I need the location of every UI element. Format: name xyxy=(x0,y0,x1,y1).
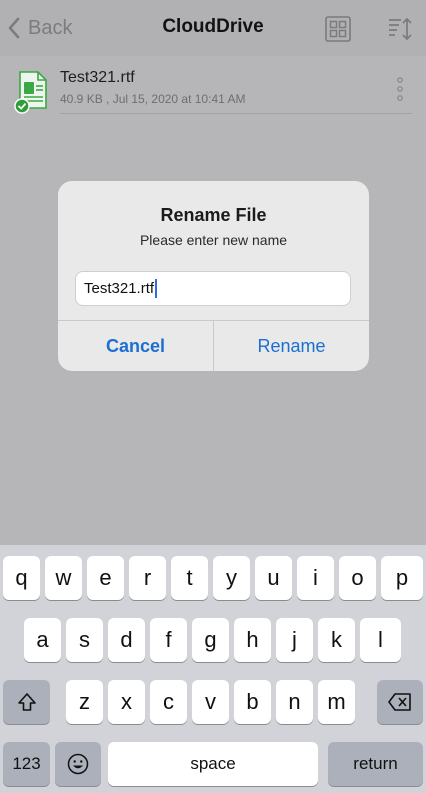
key-d[interactable]: d xyxy=(108,618,145,662)
navigation-bar: Back CloudDrive xyxy=(0,0,426,56)
key-v[interactable]: v xyxy=(192,680,229,724)
key-g[interactable]: g xyxy=(192,618,229,662)
key-w[interactable]: w xyxy=(45,556,82,600)
delete-backspace-icon xyxy=(388,693,411,711)
dialog-message: Please enter new name xyxy=(139,232,288,248)
rename-dialog: Rename File Please enter new name Test32… xyxy=(58,181,369,371)
checkmark-badge-icon xyxy=(14,98,30,114)
file-list-item[interactable]: Test321.rtf 40.9 KB , Jul 15, 2020 at 10… xyxy=(0,64,426,114)
file-name-input-value: Test321.rtf xyxy=(84,280,155,297)
rename-button[interactable]: Rename xyxy=(214,321,369,371)
key-x[interactable]: x xyxy=(108,680,145,724)
dialog-title: Rename File xyxy=(160,205,267,225)
key-n[interactable]: n xyxy=(276,680,313,724)
key-h[interactable]: h xyxy=(234,618,271,662)
return-key[interactable]: return xyxy=(328,742,423,786)
emoji-key[interactable] xyxy=(55,742,101,786)
numbers-key[interactable]: 123 xyxy=(3,742,50,786)
cancel-button[interactable]: Cancel xyxy=(58,321,213,371)
keyboard: q w e r t y u i o p a s d f g h j k l z … xyxy=(0,545,426,793)
key-e[interactable]: e xyxy=(87,556,124,600)
row-divider xyxy=(60,113,412,114)
key-j[interactable]: j xyxy=(276,618,313,662)
sort-icon[interactable] xyxy=(386,15,414,43)
file-name-input[interactable]: Test321.rtf xyxy=(75,271,351,306)
key-k[interactable]: k xyxy=(318,618,355,662)
document-icon xyxy=(14,71,47,114)
more-vertical-icon[interactable] xyxy=(392,76,408,102)
key-p[interactable]: p xyxy=(381,556,423,600)
key-o[interactable]: o xyxy=(339,556,376,600)
key-f[interactable]: f xyxy=(150,618,187,662)
key-a[interactable]: a xyxy=(24,618,61,662)
space-key[interactable]: space xyxy=(108,742,318,786)
page-title: CloudDrive xyxy=(162,16,264,37)
shift-icon xyxy=(17,693,36,711)
key-c[interactable]: c xyxy=(150,680,187,724)
emoji-icon xyxy=(67,753,89,775)
key-l[interactable]: l xyxy=(360,618,401,662)
text-cursor xyxy=(155,279,158,298)
key-z[interactable]: z xyxy=(66,680,103,724)
key-b[interactable]: b xyxy=(234,680,271,724)
key-r[interactable]: r xyxy=(129,556,166,600)
key-y[interactable]: y xyxy=(213,556,250,600)
key-s[interactable]: s xyxy=(66,618,103,662)
key-t[interactable]: t xyxy=(171,556,208,600)
delete-key[interactable] xyxy=(377,680,423,724)
key-u[interactable]: u xyxy=(255,556,292,600)
key-q[interactable]: q xyxy=(3,556,40,600)
key-m[interactable]: m xyxy=(318,680,355,724)
grid-view-icon[interactable] xyxy=(324,15,352,43)
shift-key[interactable] xyxy=(3,680,50,724)
key-i[interactable]: i xyxy=(297,556,334,600)
file-name: Test321.rtf xyxy=(60,69,135,86)
file-meta: 40.9 KB , Jul 15, 2020 at 10:41 AM xyxy=(60,92,246,106)
